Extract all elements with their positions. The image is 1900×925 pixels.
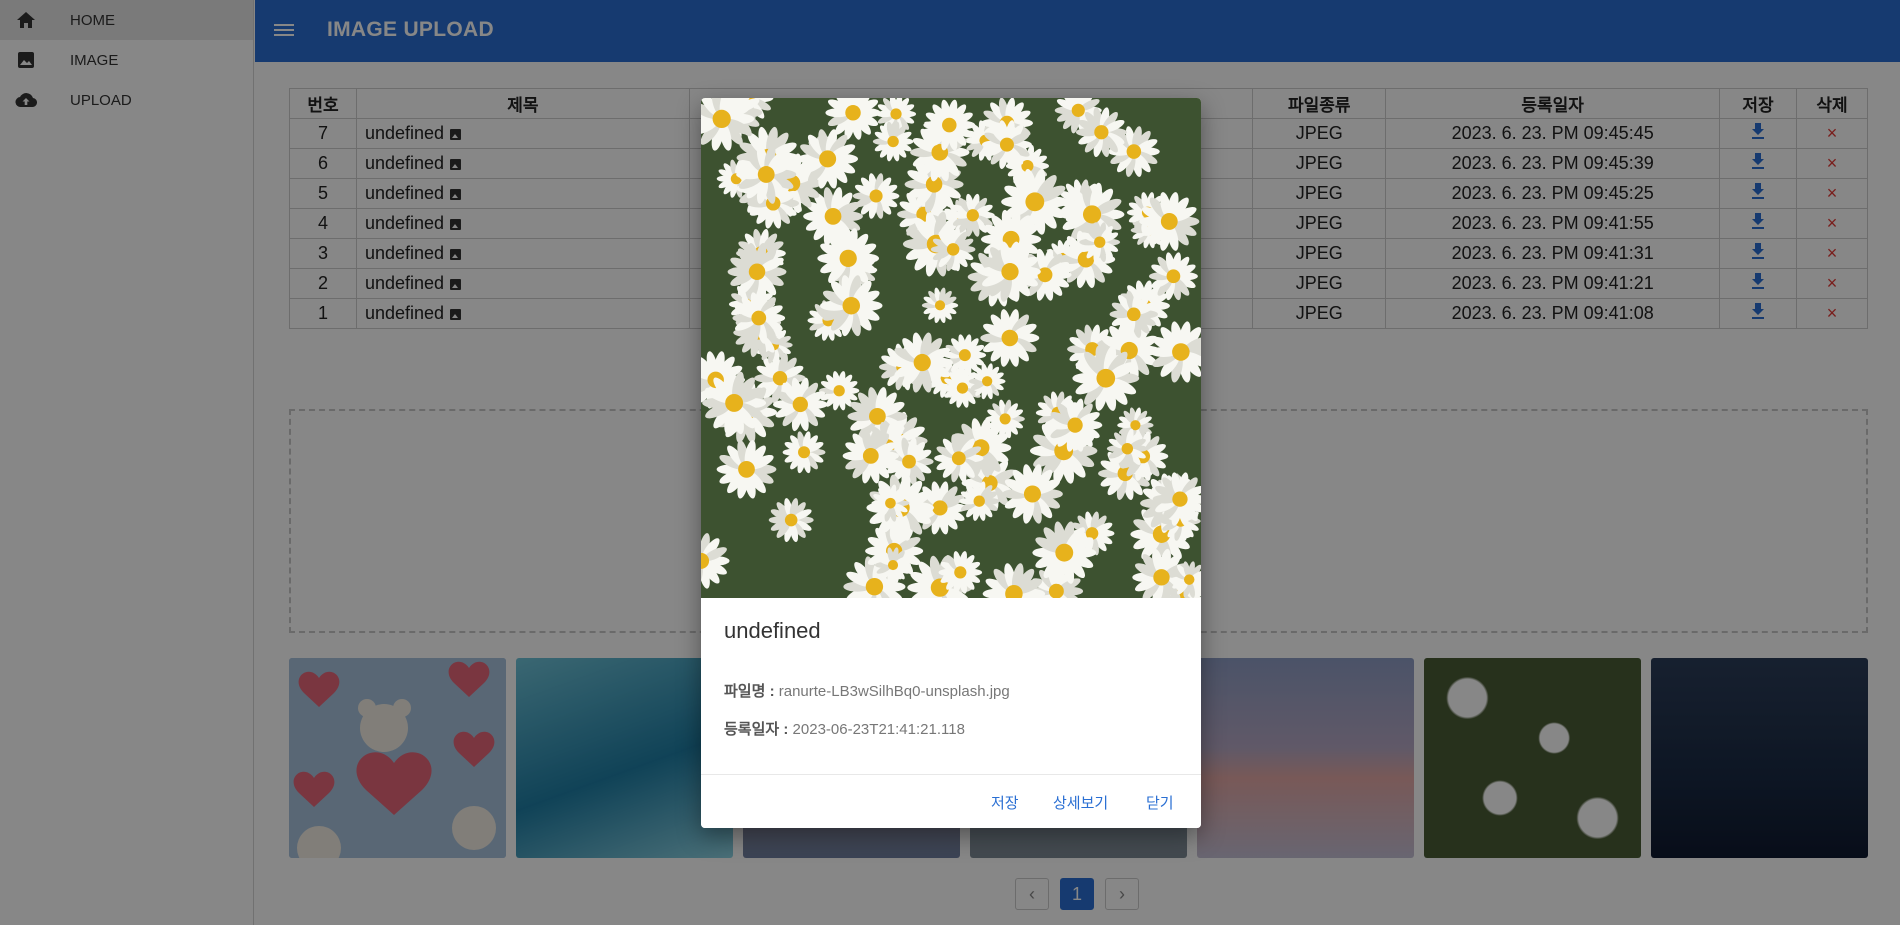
date-value: 2023-06-23T21:41:21.118 — [792, 721, 965, 738]
detail-button[interactable]: 상세보기 — [1053, 792, 1108, 813]
image-detail-dialog: undefined 파일명 : ranurte-LB3wSilhBq0-unsp… — [701, 98, 1201, 828]
modal-actions: 저장 상세보기 닫기 — [701, 774, 1201, 828]
modal-title: undefined — [724, 618, 821, 643]
close-button[interactable]: 닫기 — [1146, 792, 1174, 813]
filename-label: 파일명 : — [724, 683, 775, 700]
filename-value: ranurte-LB3wSilhBq0-unsplash.jpg — [778, 683, 1010, 700]
modal-filename: 파일명 : ranurte-LB3wSilhBq0-unsplash.jpg — [724, 680, 1010, 701]
modal-image-daisies — [701, 98, 1201, 625]
modal-content: undefined 파일명 : ranurte-LB3wSilhBq0-unsp… — [701, 598, 1201, 774]
date-label: 등록일자 : — [724, 721, 789, 738]
modal-date: 등록일자 : 2023-06-23T21:41:21.118 — [724, 718, 965, 739]
save-button[interactable]: 저장 — [991, 792, 1019, 813]
